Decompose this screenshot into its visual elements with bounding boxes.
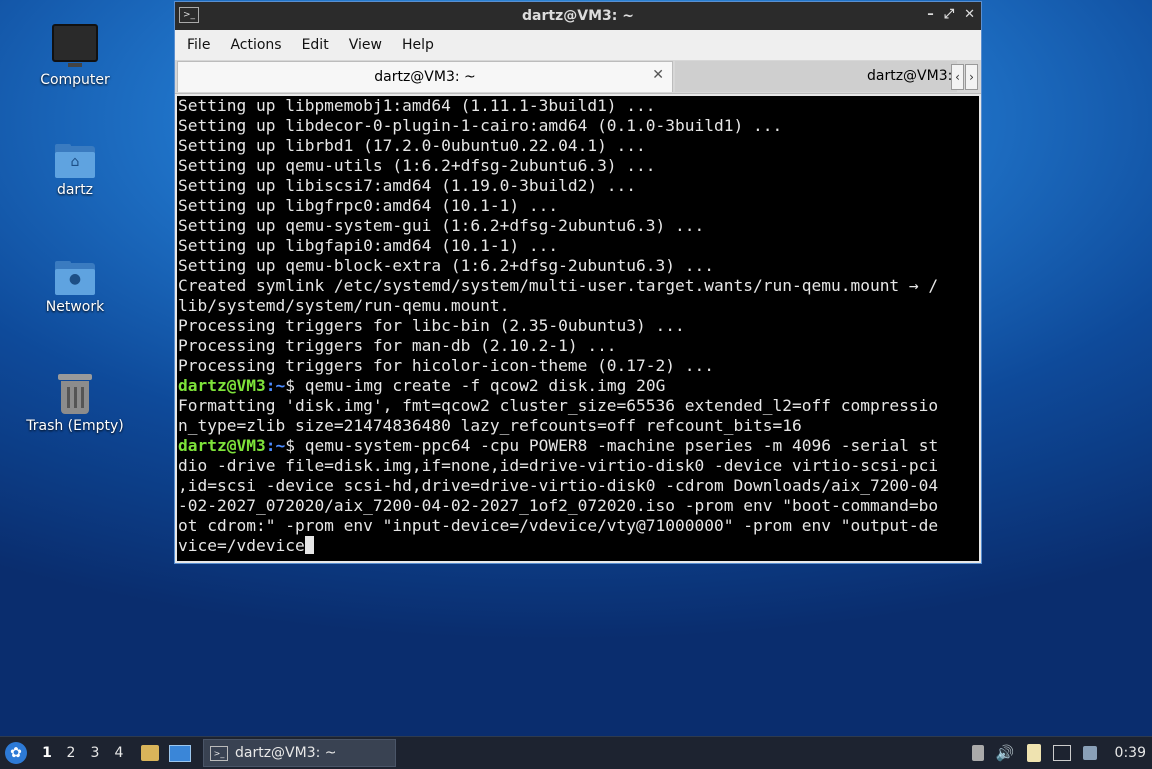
terminal-icon: >_: [210, 745, 228, 761]
notification-icon[interactable]: [1082, 746, 1097, 760]
network-icon[interactable]: [1052, 745, 1071, 761]
tab-scroll-right-button[interactable]: ›: [965, 64, 978, 90]
terminal-command: -02-2027_072020/aix_7200-04-02-2027_1of2…: [178, 496, 939, 515]
desktop-icon-label: dartz: [56, 182, 94, 198]
menu-bar: File Actions Edit View Help: [175, 30, 981, 60]
tab-label: dartz@VM3: ~: [374, 69, 476, 85]
terminal-line: Setting up libgfrpc0:amd64 (10.1-1) ...: [178, 196, 559, 215]
terminal-output[interactable]: Setting up libpmemobj1:amd64 (1.11.1-3bu…: [177, 96, 979, 561]
window-title: dartz@VM3: ~: [522, 8, 634, 24]
start-menu-icon[interactable]: ✿: [5, 742, 27, 764]
terminal-line: Processing triggers for man-db (2.10.2-1…: [178, 336, 617, 355]
menu-actions[interactable]: Actions: [220, 37, 291, 53]
workspace-1[interactable]: 1: [35, 745, 59, 761]
maximize-button[interactable]: ⤢: [944, 7, 954, 22]
desktop-icon-label: Network: [45, 299, 105, 315]
terminal-line: Setting up libdecor-0-plugin-1-cairo:amd…: [178, 116, 783, 135]
terminal-line: Created symlink /etc/systemd/system/mult…: [178, 276, 939, 295]
terminal-command: ot cdrom:" -prom env "input-device=/vdev…: [178, 516, 939, 535]
terminal-text: Setting up libpmemobj1:amd64 (1.11.1-3bu…: [177, 96, 979, 556]
trash-icon: [58, 374, 92, 414]
menu-view[interactable]: View: [339, 37, 392, 53]
power-icon[interactable]: [971, 745, 984, 761]
tab-terminal-2[interactable]: dartz@VM3: ~: [675, 61, 957, 92]
taskbar: ✿ 1 2 3 4 >_ dartz@VM3: ~ 🔊 0:39: [0, 736, 1152, 769]
terminal-command: qemu-img create -f qcow2 disk.img 20G: [304, 376, 666, 395]
terminal-line: Setting up libgfapi0:amd64 (10.1-1) ...: [178, 236, 559, 255]
prompt-user: dartz@VM3: [178, 436, 266, 455]
prompt-symbol: $: [285, 376, 305, 395]
terminal-line: lib/systemd/system/run-qemu.mount.: [178, 296, 510, 315]
terminal-line: Setting up libiscsi7:amd64 (1.19.0-3buil…: [178, 176, 637, 195]
terminal-command: ,id=scsi -device scsi-hd,drive=drive-vir…: [178, 476, 939, 495]
prompt-user: dartz@VM3: [178, 376, 266, 395]
task-label: dartz@VM3: ~: [235, 745, 337, 761]
workspace-2[interactable]: 2: [59, 745, 83, 761]
prompt-path: :~: [265, 436, 286, 455]
workspace-4[interactable]: 4: [107, 745, 131, 761]
close-button[interactable]: ✕: [964, 7, 975, 22]
terminal-line: Formatting 'disk.img', fmt=qcow2 cluster…: [178, 396, 939, 415]
menu-edit[interactable]: Edit: [292, 37, 339, 53]
text-cursor: [304, 536, 314, 554]
volume-icon[interactable]: 🔊: [996, 744, 1015, 762]
computer-icon: [52, 24, 98, 67]
show-desktop-icon[interactable]: [169, 744, 191, 762]
prompt-path: :~: [265, 376, 286, 395]
desktop-icon-network[interactable]: ● Network: [20, 261, 130, 315]
terminal-line: Setting up librbd1 (17.2.0-0ubuntu0.22.0…: [178, 136, 646, 155]
terminal-command: dio -drive file=disk.img,if=none,id=driv…: [178, 456, 939, 475]
home-folder-icon: ⌂: [55, 144, 95, 178]
title-bar[interactable]: >_ dartz@VM3: ~ – ⤢ ✕: [175, 2, 981, 30]
terminal-line: Processing triggers for libc-bin (2.35-0…: [178, 316, 685, 335]
clock[interactable]: 0:39: [1115, 745, 1146, 761]
menu-help[interactable]: Help: [392, 37, 444, 53]
terminal-line: Setting up libpmemobj1:amd64 (1.11.1-3bu…: [178, 96, 656, 115]
tab-close-icon[interactable]: ✕: [652, 67, 664, 83]
terminal-line: n_type=zlib size=21474836480 lazy_refcou…: [178, 416, 802, 435]
taskbar-task-terminal[interactable]: >_ dartz@VM3: ~: [203, 739, 396, 767]
desktop-icon-label: Trash (Empty): [26, 418, 124, 434]
terminal-line: Setting up qemu-block-extra (1:6.2+dfsg-…: [178, 256, 715, 275]
desktop-icon-computer[interactable]: Computer: [20, 24, 130, 88]
network-folder-icon: ●: [55, 261, 95, 295]
clipboard-icon[interactable]: [1026, 744, 1041, 762]
terminal-command: vice=/vdevice: [178, 536, 305, 555]
tab-scroll-left-button[interactable]: ‹: [951, 64, 964, 90]
desktop-icon-trash[interactable]: Trash (Empty): [20, 374, 130, 434]
desktop-icon-label: Computer: [40, 72, 110, 88]
tab-label: dartz@VM3: ~: [867, 68, 957, 84]
desktop-icon-dartz[interactable]: ⌂ dartz: [20, 144, 130, 198]
file-manager-icon[interactable]: [141, 745, 159, 761]
tab-terminal-1[interactable]: dartz@VM3: ~ ✕: [177, 61, 673, 92]
menu-file[interactable]: File: [177, 37, 220, 53]
system-tray: 🔊 0:39: [971, 737, 1152, 769]
tab-bar: dartz@VM3: ~ ✕ dartz@VM3: ~ ‹ ›: [175, 60, 981, 94]
terminal-window[interactable]: >_ dartz@VM3: ~ – ⤢ ✕ File Actions Edit …: [174, 1, 982, 564]
terminal-line: Setting up qemu-utils (1:6.2+dfsg-2ubunt…: [178, 156, 656, 175]
workspace-3[interactable]: 3: [83, 745, 107, 761]
prompt-symbol: $: [285, 436, 305, 455]
minimize-button[interactable]: –: [927, 7, 934, 22]
terminal-command: qemu-system-ppc64 -cpu POWER8 -machine p…: [304, 436, 939, 455]
terminal-line: Processing triggers for hicolor-icon-the…: [178, 356, 715, 375]
terminal-line: Setting up qemu-system-gui (1:6.2+dfsg-2…: [178, 216, 705, 235]
